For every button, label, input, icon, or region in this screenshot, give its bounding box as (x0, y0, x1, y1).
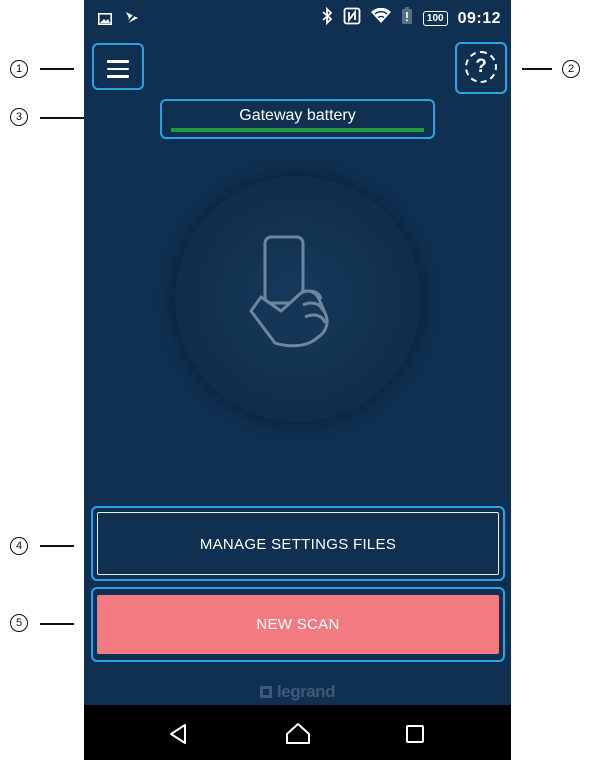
manage-settings-files-button[interactable]: MANAGE SETTINGS FILES (97, 512, 499, 575)
new-scan-button[interactable]: NEW SCAN (97, 595, 499, 654)
battery-alert-icon (401, 7, 413, 30)
new-scan-highlight: NEW SCAN (91, 587, 505, 662)
help-icon: ? (465, 51, 497, 83)
status-bar: 100 09:12 (84, 0, 511, 36)
back-icon[interactable] (168, 723, 188, 750)
callout-number: 5 (10, 614, 28, 632)
mute-icon (124, 10, 140, 31)
home-icon[interactable] (285, 721, 311, 750)
scan-area[interactable] (175, 176, 421, 422)
callout-line (40, 623, 74, 625)
callout-number: 1 (10, 60, 28, 78)
gateway-battery-indicator: Gateway battery (160, 99, 435, 139)
android-navigation-bar (84, 705, 511, 760)
gateway-battery-label: Gateway battery (239, 107, 356, 124)
clock: 09:12 (457, 9, 501, 27)
help-button[interactable]: ? (455, 42, 507, 94)
nfc-icon (343, 7, 361, 30)
manage-settings-highlight: MANAGE SETTINGS FILES (91, 506, 505, 581)
callout-line (40, 545, 74, 547)
hamburger-menu-icon (107, 60, 129, 83)
menu-button[interactable] (92, 43, 144, 90)
bluetooth-icon (321, 6, 333, 30)
hand-holding-phone-icon (249, 235, 329, 348)
wifi-icon (370, 7, 391, 29)
callout-number: 3 (10, 108, 28, 126)
callout-line (522, 68, 552, 70)
callout-number: 4 (10, 537, 28, 555)
battery-level: 100 (422, 11, 448, 26)
image-icon (98, 12, 112, 30)
callout-line (40, 68, 74, 70)
callout-number: 2 (562, 60, 580, 78)
brand-logo: legrand (84, 682, 511, 702)
brand-logo-text: legrand (277, 682, 335, 701)
battery-level-fill (171, 128, 424, 132)
phone-screen: 100 09:12 ? Gateway battery MANAGE SETTI… (84, 0, 511, 760)
legrand-logo-icon (260, 686, 273, 698)
recents-icon[interactable] (406, 725, 424, 748)
battery-level-bar (171, 128, 424, 132)
